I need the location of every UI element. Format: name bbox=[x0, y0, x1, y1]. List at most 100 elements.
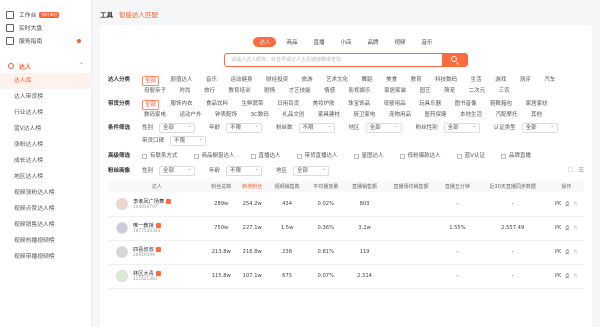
filter-option[interactable]: 教育培训 bbox=[227, 86, 253, 96]
advanced-filter-checkbox[interactable]: 带货直播达人 bbox=[296, 151, 338, 161]
tab-search-type[interactable]: 品牌 bbox=[362, 37, 385, 47]
table-header[interactable]: 近30天直播同步数据 bbox=[476, 181, 549, 192]
filter-option[interactable]: 美食 bbox=[384, 75, 399, 86]
influencer-info[interactable]: 李孝凤广场舞 104059797 bbox=[108, 197, 206, 210]
print-icon[interactable]: ⎙ bbox=[565, 225, 569, 231]
sidebar-item[interactable]: 视频热播视频榜 bbox=[0, 233, 91, 249]
filter-option[interactable]: 旅行 bbox=[202, 86, 217, 96]
filter-option[interactable]: 厨卫家电 bbox=[351, 110, 377, 120]
select-dropdown[interactable]: 不限 bbox=[298, 122, 335, 133]
filter-option[interactable]: 钟表配饰 bbox=[213, 110, 239, 120]
pk-button[interactable]: PK bbox=[555, 201, 561, 207]
sidebar-item[interactable]: 视频点赞达人榜 bbox=[0, 201, 91, 217]
print-icon[interactable]: ⎙ bbox=[565, 249, 569, 255]
filter-option[interactable]: 科技数码 bbox=[433, 75, 459, 86]
sidebar-item[interactable]: 视频销售达人榜 bbox=[0, 217, 91, 233]
table-row[interactable]: 林区大青 121621383 115.8w 107.1w 675 0.07% 2,314 - -… bbox=[108, 264, 584, 289]
filter-option[interactable]: 生鲜蔬菜 bbox=[240, 99, 266, 110]
filter-option[interactable]: 3C数码 bbox=[249, 110, 271, 120]
filter-option[interactable]: 剧情 bbox=[262, 86, 277, 96]
advanced-filter-checkbox[interactable]: 有联系方式 bbox=[142, 151, 178, 161]
table-row[interactable]: 四喜叔叔 26619599 213.8w 216.8w 238 0.81% 119- - PK ⎙… bbox=[108, 240, 584, 265]
filter-option[interactable]: 宠物用品 bbox=[387, 110, 413, 120]
filter-option[interactable]: 家具建材 bbox=[316, 110, 342, 120]
filter-option[interactable]: 汽车 bbox=[542, 75, 557, 86]
filter-option[interactable]: 美妆护肤 bbox=[311, 99, 337, 110]
tab-search-type[interactable]: 音乐 bbox=[416, 37, 439, 47]
filter-option[interactable]: 情感 bbox=[322, 86, 337, 96]
filter-option[interactable]: 玩具乐器 bbox=[417, 99, 443, 110]
table-header[interactable]: 直播五分钟 bbox=[438, 181, 477, 192]
table-header[interactable]: 粉丝总数 bbox=[205, 181, 237, 192]
select-dropdown[interactable]: 不限 bbox=[170, 135, 207, 146]
sidebar-item[interactable]: 视频涨粉达人榜 bbox=[0, 185, 91, 201]
filter-option[interactable]: 本地生活 bbox=[458, 110, 484, 120]
search-button[interactable] bbox=[442, 53, 468, 67]
filter-option[interactable]: 家居家装 bbox=[382, 86, 408, 96]
filter-option[interactable]: 影视娱乐 bbox=[347, 86, 373, 96]
advanced-filter-checkbox[interactable]: 商品橱窗达人 bbox=[193, 151, 235, 161]
filter-option[interactable]: 运动户外 bbox=[178, 110, 204, 120]
filter-option[interactable]: 音乐 bbox=[204, 75, 219, 86]
filter-option[interactable]: 生活 bbox=[469, 75, 484, 86]
table-header[interactable]: 直播场均销售额 bbox=[383, 181, 439, 192]
tab-search-type[interactable]: 直播 bbox=[307, 37, 330, 47]
select-dropdown[interactable]: 全部 bbox=[159, 165, 196, 176]
filter-option[interactable]: 全部 bbox=[142, 100, 160, 110]
filter-option[interactable]: 数码家电 bbox=[142, 110, 168, 120]
tab-search-type[interactable]: 小店 bbox=[334, 37, 357, 47]
tab-search-type[interactable]: 视频 bbox=[389, 37, 412, 47]
filter-option[interactable]: 舞蹈 bbox=[360, 75, 375, 86]
sidebar-item[interactable]: 蓝V达人榜 bbox=[0, 121, 91, 137]
sidebar-top-item[interactable]: 服务指南 bbox=[0, 34, 91, 47]
sidebar-item[interactable]: 行业达人榜 bbox=[0, 105, 91, 121]
filter-option[interactable]: 园艺 bbox=[418, 86, 433, 96]
filter-option[interactable]: 医药保健 bbox=[422, 110, 448, 120]
tab-search-type[interactable]: 商品 bbox=[280, 37, 303, 47]
influencer-info[interactable]: 林区大青 121621383 bbox=[108, 270, 206, 282]
select-dropdown[interactable]: 全部 bbox=[443, 122, 480, 133]
filter-option[interactable]: 萌宠 bbox=[442, 86, 457, 96]
filter-option[interactable]: 母婴亲子 bbox=[142, 86, 168, 96]
filter-option[interactable]: 三农 bbox=[497, 86, 512, 96]
table-header[interactable]: 平均播放量 bbox=[306, 181, 346, 192]
filter-option[interactable]: 旅游 bbox=[300, 75, 315, 86]
filter-option[interactable]: 时尚 bbox=[178, 86, 193, 96]
select-dropdown[interactable]: 不限 bbox=[226, 122, 263, 133]
filter-option[interactable]: 才艺技能 bbox=[287, 86, 313, 96]
sidebar-group-influencer[interactable]: 达人 ˆ bbox=[0, 59, 91, 73]
sidebar-item[interactable]: 成长达人榜 bbox=[0, 153, 91, 169]
filter-option[interactable]: 图书音像 bbox=[453, 99, 479, 110]
pk-button[interactable]: PK bbox=[555, 225, 561, 231]
select-dropdown[interactable]: 全部 bbox=[521, 122, 558, 133]
table-row[interactable]: 李孝凤广场舞 104059797 289w 254.2w 434 0.02% 803- - PK… bbox=[108, 192, 584, 217]
favorite-icon[interactable]: ☆ bbox=[573, 273, 577, 279]
select-dropdown[interactable]: 不限 bbox=[226, 165, 263, 176]
pk-button[interactable]: PK bbox=[555, 249, 561, 255]
sidebar-top-item[interactable]: 实时大盘 bbox=[0, 21, 91, 34]
breadcrumb-root[interactable]: 工具 bbox=[100, 9, 113, 19]
filter-option[interactable]: 二次元 bbox=[467, 86, 488, 96]
filter-option[interactable]: 家居家纺 bbox=[524, 99, 550, 110]
filter-option[interactable]: 汽配摩托 bbox=[493, 110, 519, 120]
select-dropdown[interactable]: 全部 bbox=[293, 165, 330, 176]
sidebar-item[interactable]: 地区达人榜 bbox=[0, 169, 91, 185]
filter-option[interactable]: 食品饮料 bbox=[204, 99, 230, 110]
influencer-info[interactable]: 唯一教授 1877544343 bbox=[108, 222, 206, 234]
filter-option[interactable]: 运动健身 bbox=[229, 75, 255, 86]
sidebar-item[interactable]: 达人带货榜 bbox=[0, 89, 91, 105]
filter-option[interactable]: 服饰内衣 bbox=[169, 99, 195, 110]
filter-option[interactable]: 其他 bbox=[529, 110, 544, 120]
filter-option[interactable]: 珠宝饰品 bbox=[346, 99, 372, 110]
favorite-icon[interactable]: ☆ bbox=[573, 249, 577, 255]
fullscreen-icon[interactable]: ⛶ bbox=[568, 166, 572, 176]
influencer-info[interactable]: 四喜叔叔 26619599 bbox=[108, 246, 206, 258]
advanced-filter-checkbox[interactable]: 星图达人 bbox=[353, 151, 384, 161]
filter-option[interactable]: 颜值达人 bbox=[169, 75, 195, 86]
filter-option[interactable]: 全部 bbox=[142, 76, 160, 86]
advanced-filter-checkbox[interactable]: 蓝V认证 bbox=[456, 151, 485, 161]
sidebar-top-item[interactable]: 工作台 限时体验 bbox=[0, 8, 91, 21]
favorite-icon[interactable]: ☆ bbox=[573, 225, 577, 231]
filter-option[interactable]: 财经投资 bbox=[264, 75, 290, 86]
print-icon[interactable]: ⎙ bbox=[565, 273, 569, 279]
